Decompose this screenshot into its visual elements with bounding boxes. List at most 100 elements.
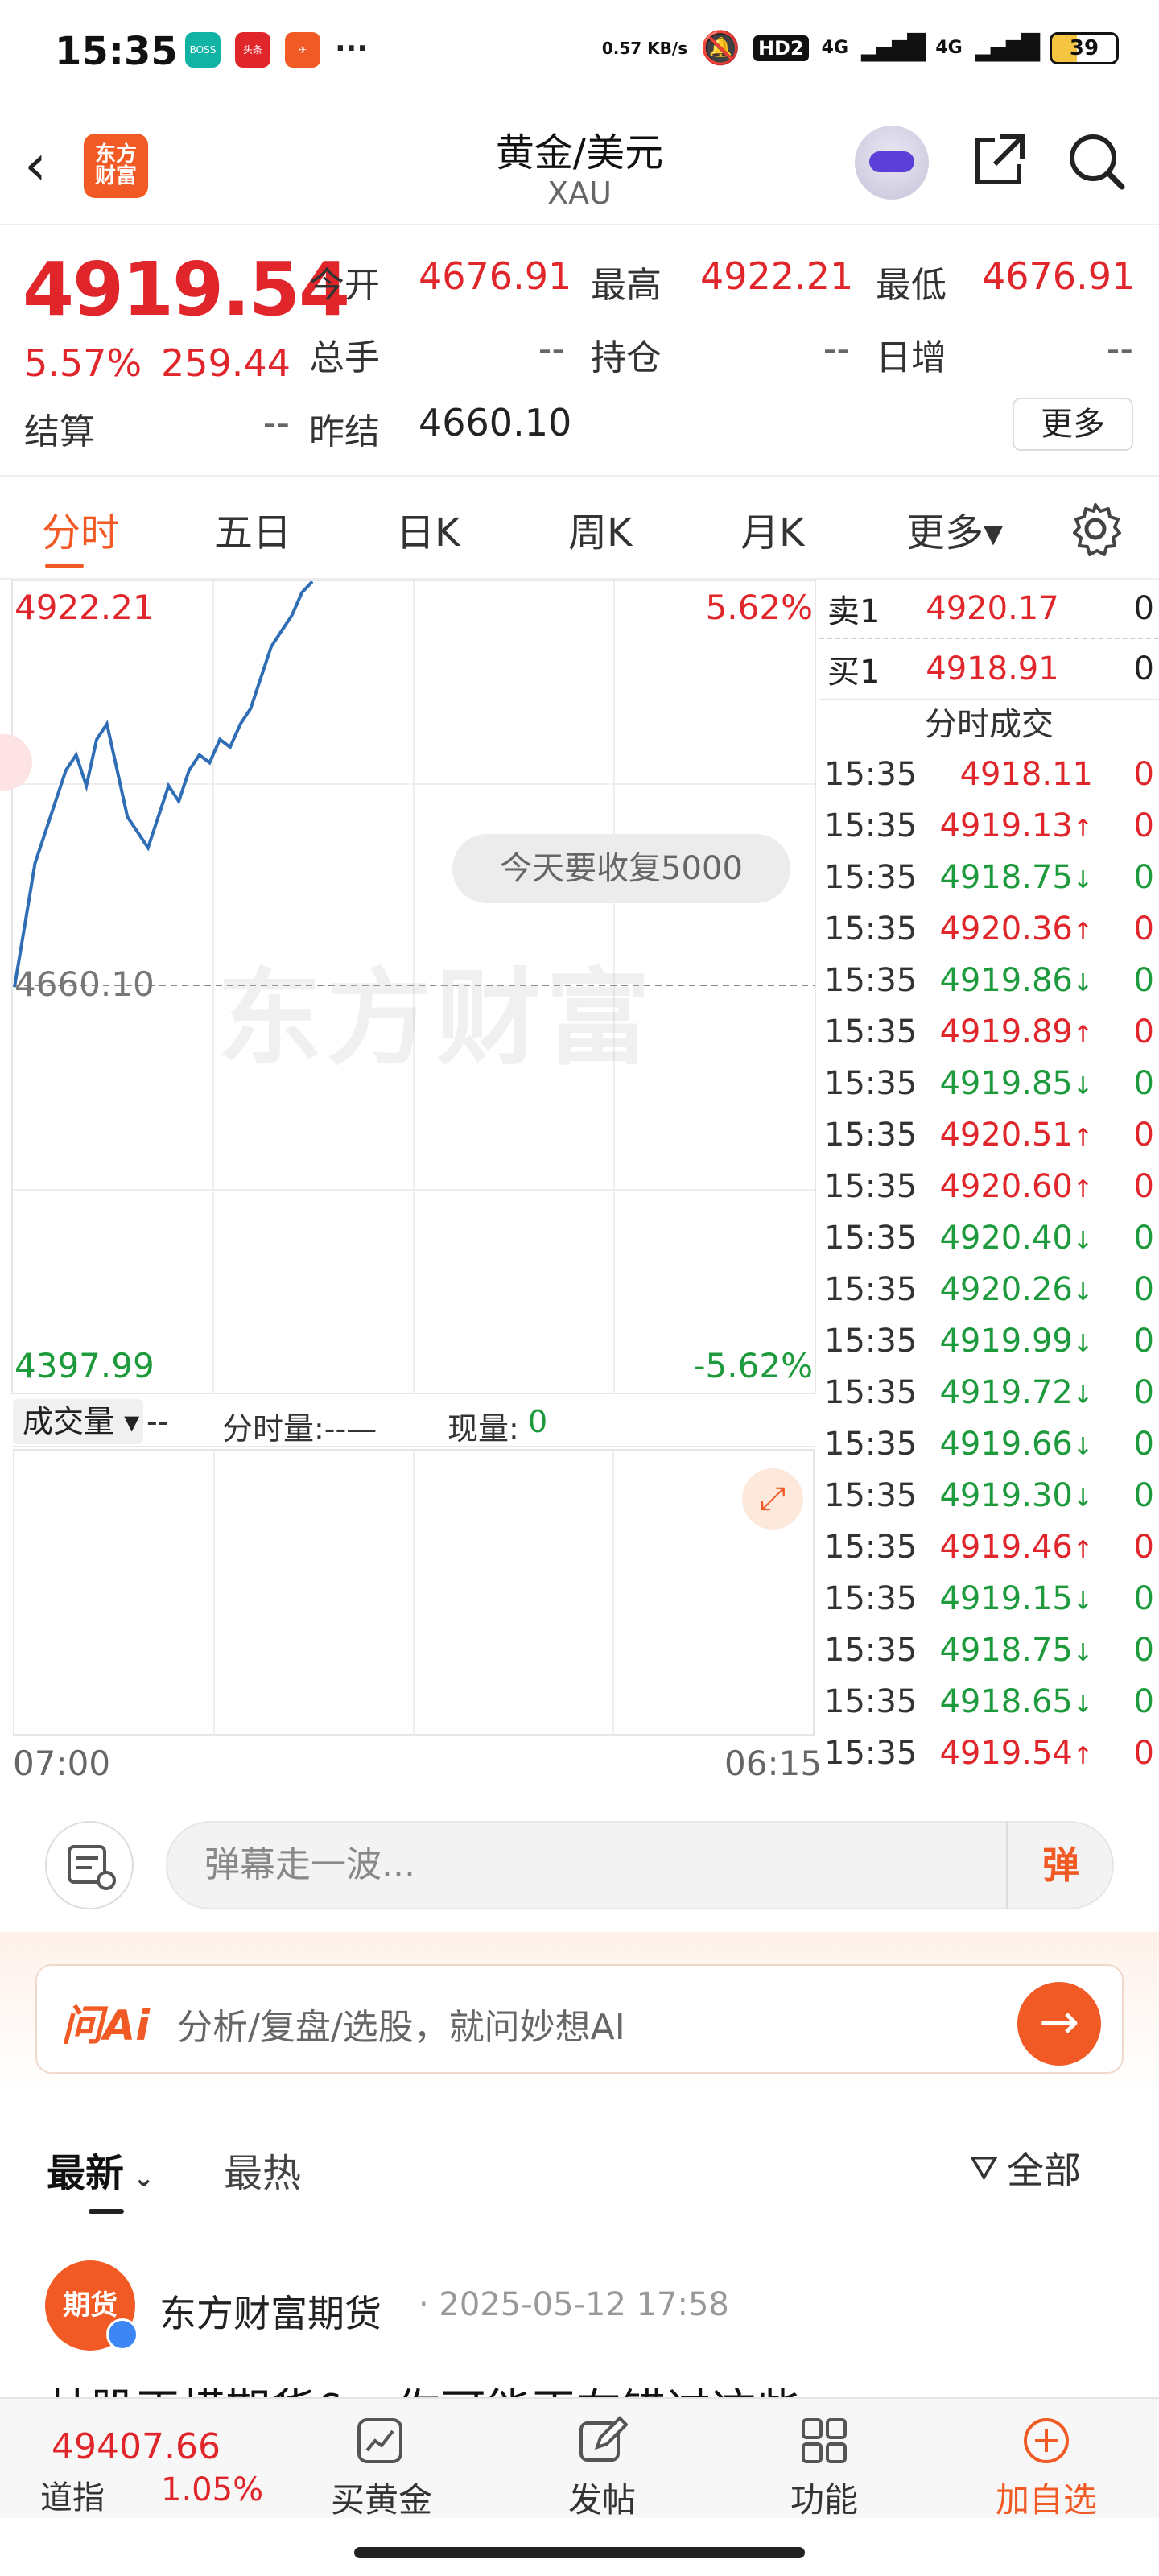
trade-row: 15:35 4919.85↓ 0 — [819, 1058, 1159, 1109]
bottom-nav: 49407.66 道指 1.05% 买黄金 发帖 功能 加自选 — [0, 2397, 1159, 2520]
trade-time: 15:35 — [824, 756, 918, 793]
trade-row: 15:35 4919.89↑ 0 — [819, 1006, 1159, 1058]
tab-five-day[interactable]: 五日 — [214, 501, 291, 557]
trade-row: 15:35 4919.46↑ 0 — [819, 1521, 1159, 1573]
last-price: 4919.54 — [23, 246, 350, 332]
index-pct[interactable]: 1.05% — [161, 2471, 263, 2508]
danmu-send-button[interactable]: 弹 — [1006, 1821, 1114, 1909]
expand-icon[interactable]: ⤢ — [742, 1468, 803, 1530]
trade-row: 15:35 4920.40↓ 0 — [819, 1212, 1159, 1264]
more-button[interactable]: 更多 — [1013, 398, 1133, 451]
trade-time: 15:35 — [824, 1323, 918, 1360]
trade-price: 4919.66↓ — [939, 1426, 1093, 1463]
trade-row: 15:35 4919.72↓ 0 — [819, 1367, 1159, 1418]
volume-dash: -- — [146, 1404, 169, 1439]
share-icon[interactable] — [966, 129, 1030, 193]
trade-price: 4919.15↓ — [939, 1580, 1093, 1617]
trade-arrow-icon: ↓ — [1072, 1227, 1093, 1255]
hd-icon: HD2 — [753, 35, 809, 61]
buy1-volume: 0 — [1133, 650, 1154, 687]
tab-active-indicator — [45, 564, 84, 568]
trade-ticker: 卖1 4920.17 0 买1 4918.91 0 分时成交 15:35 4918… — [819, 580, 1159, 1787]
danmu-input[interactable]: 弹幕走一波... — [166, 1821, 1114, 1909]
current-volume-value: 0 — [528, 1404, 548, 1439]
trade-row: 15:35 4919.86↓ 0 — [819, 955, 1159, 1006]
functions-grid-icon[interactable] — [798, 2415, 850, 2467]
trade-price: 4919.13↑ — [939, 807, 1093, 844]
trade-row: 15:35 4919.15↓ 0 — [819, 1573, 1159, 1624]
ai-logo: 问Ai — [61, 2002, 151, 2050]
danmu-bubble[interactable]: 今天要收复5000 — [452, 834, 790, 903]
trade-arrow-icon: ↓ — [1072, 1690, 1093, 1719]
trade-arrow-icon: ↑ — [1072, 1536, 1093, 1564]
post-edit-icon[interactable] — [576, 2415, 628, 2467]
trade-time: 15:35 — [824, 1632, 918, 1669]
high-label: 最高 — [591, 265, 662, 306]
search-icon[interactable] — [1064, 129, 1128, 193]
trade-arrow-icon: ↓ — [1072, 1381, 1093, 1410]
ai-robot-icon[interactable] — [855, 126, 929, 200]
tab-intraday[interactable]: 分时 — [42, 501, 119, 557]
ai-go-arrow-icon[interactable]: → — [1017, 1982, 1101, 2066]
index-name[interactable]: 道指 — [40, 2471, 105, 2518]
feed-filter[interactable]: ⛛ 全部 — [969, 2141, 1081, 2194]
trade-volume: 0 — [1133, 1323, 1154, 1360]
trade-time: 15:35 — [824, 1065, 918, 1102]
trade-time: 15:35 — [824, 1735, 918, 1772]
trade-row: 15:35 4918.75↓ 0 — [819, 852, 1159, 903]
trade-time: 15:35 — [824, 1683, 918, 1720]
chart-top-price: 4922.21 — [14, 588, 155, 627]
trade-time: 15:35 — [824, 1374, 918, 1411]
prev-settle-value: 4660.10 — [419, 401, 572, 444]
trade-time: 15:35 — [824, 859, 918, 896]
trade-volume: 0 — [1133, 1117, 1154, 1154]
chart-top-pct: 5.62% — [705, 588, 813, 627]
chevron-down-icon: ⌄ — [124, 2162, 155, 2193]
index-value[interactable]: 49407.66 — [52, 2426, 221, 2467]
net-speed: 0.57 KB/s — [601, 38, 688, 58]
signal2-bars-icon: ▂▄▆█ — [975, 34, 1040, 62]
chart-start-time: 07:00 — [13, 1744, 111, 1783]
trade-price: 4919.85↓ — [939, 1065, 1093, 1102]
trade-row: 15:35 4920.51↑ 0 — [819, 1109, 1159, 1161]
post-author[interactable]: 东方财富期货 — [159, 2285, 382, 2338]
volume-value: -- — [538, 327, 565, 370]
trade-arrow-icon: ↓ — [1072, 1587, 1093, 1616]
trade-time: 15:35 — [824, 962, 918, 999]
nav-post[interactable]: 发帖 — [522, 2473, 683, 2522]
add-favorite-plus-icon[interactable] — [1021, 2415, 1072, 2467]
trade-arrow-icon: ↑ — [1072, 815, 1093, 843]
volume-select[interactable]: 成交量 ▾ — [13, 1399, 143, 1444]
trade-time: 15:35 — [824, 1168, 918, 1205]
trade-volume: 0 — [1133, 1529, 1154, 1566]
home-indicator[interactable] — [354, 2547, 805, 2558]
trade-price: 4919.46↑ — [939, 1529, 1093, 1566]
trade-volume: 0 — [1133, 1271, 1154, 1308]
feed-tab-hot[interactable]: 最热 — [224, 2141, 301, 2198]
trade-time: 15:35 — [824, 1013, 918, 1051]
trade-volume: 0 — [1133, 1426, 1154, 1463]
trade-time: 15:35 — [824, 1580, 918, 1617]
nav-buy-gold[interactable]: 买黄金 — [301, 2473, 462, 2522]
trade-volume: 0 — [1133, 756, 1154, 793]
tab-weekly-k[interactable]: 周K — [568, 501, 632, 557]
nav-functions[interactable]: 功能 — [744, 2473, 905, 2522]
tab-daily-k[interactable]: 日K — [396, 501, 460, 557]
trade-price: 4918.75↓ — [939, 1632, 1093, 1669]
danmu-list-icon[interactable] — [45, 1821, 134, 1909]
tab-monthly-k[interactable]: 月K — [740, 501, 804, 557]
trade-price: 4919.89↑ — [939, 1013, 1093, 1051]
settings-gear-icon[interactable] — [1067, 501, 1124, 557]
ai-placeholder[interactable]: 分析/复盘/选股，就问妙想AI — [177, 1998, 625, 2050]
change-value: 259.44 — [161, 341, 291, 385]
trade-list[interactable]: 15:35 4918.11 0 15:35 4919.13↑ 0 15:35 4918.75↓… — [819, 749, 1159, 1779]
nav-add-favorite[interactable]: 加自选 — [966, 2473, 1127, 2522]
tab-more[interactable]: 更多▾ — [906, 501, 1003, 557]
trade-row: 15:35 4919.13↑ 0 — [819, 800, 1159, 852]
buy-gold-icon[interactable] — [354, 2415, 406, 2467]
sell1-row: 卖1 4920.17 0 — [819, 580, 1159, 639]
feed-tab-latest[interactable]: 最新 ⌄ — [47, 2141, 155, 2198]
post-title[interactable]: 林股正横期货&，你可能正在错过这些 — [45, 2375, 1011, 2399]
trade-price: 4918.11 — [959, 756, 1093, 793]
sell1-label: 卖1 — [827, 593, 881, 630]
